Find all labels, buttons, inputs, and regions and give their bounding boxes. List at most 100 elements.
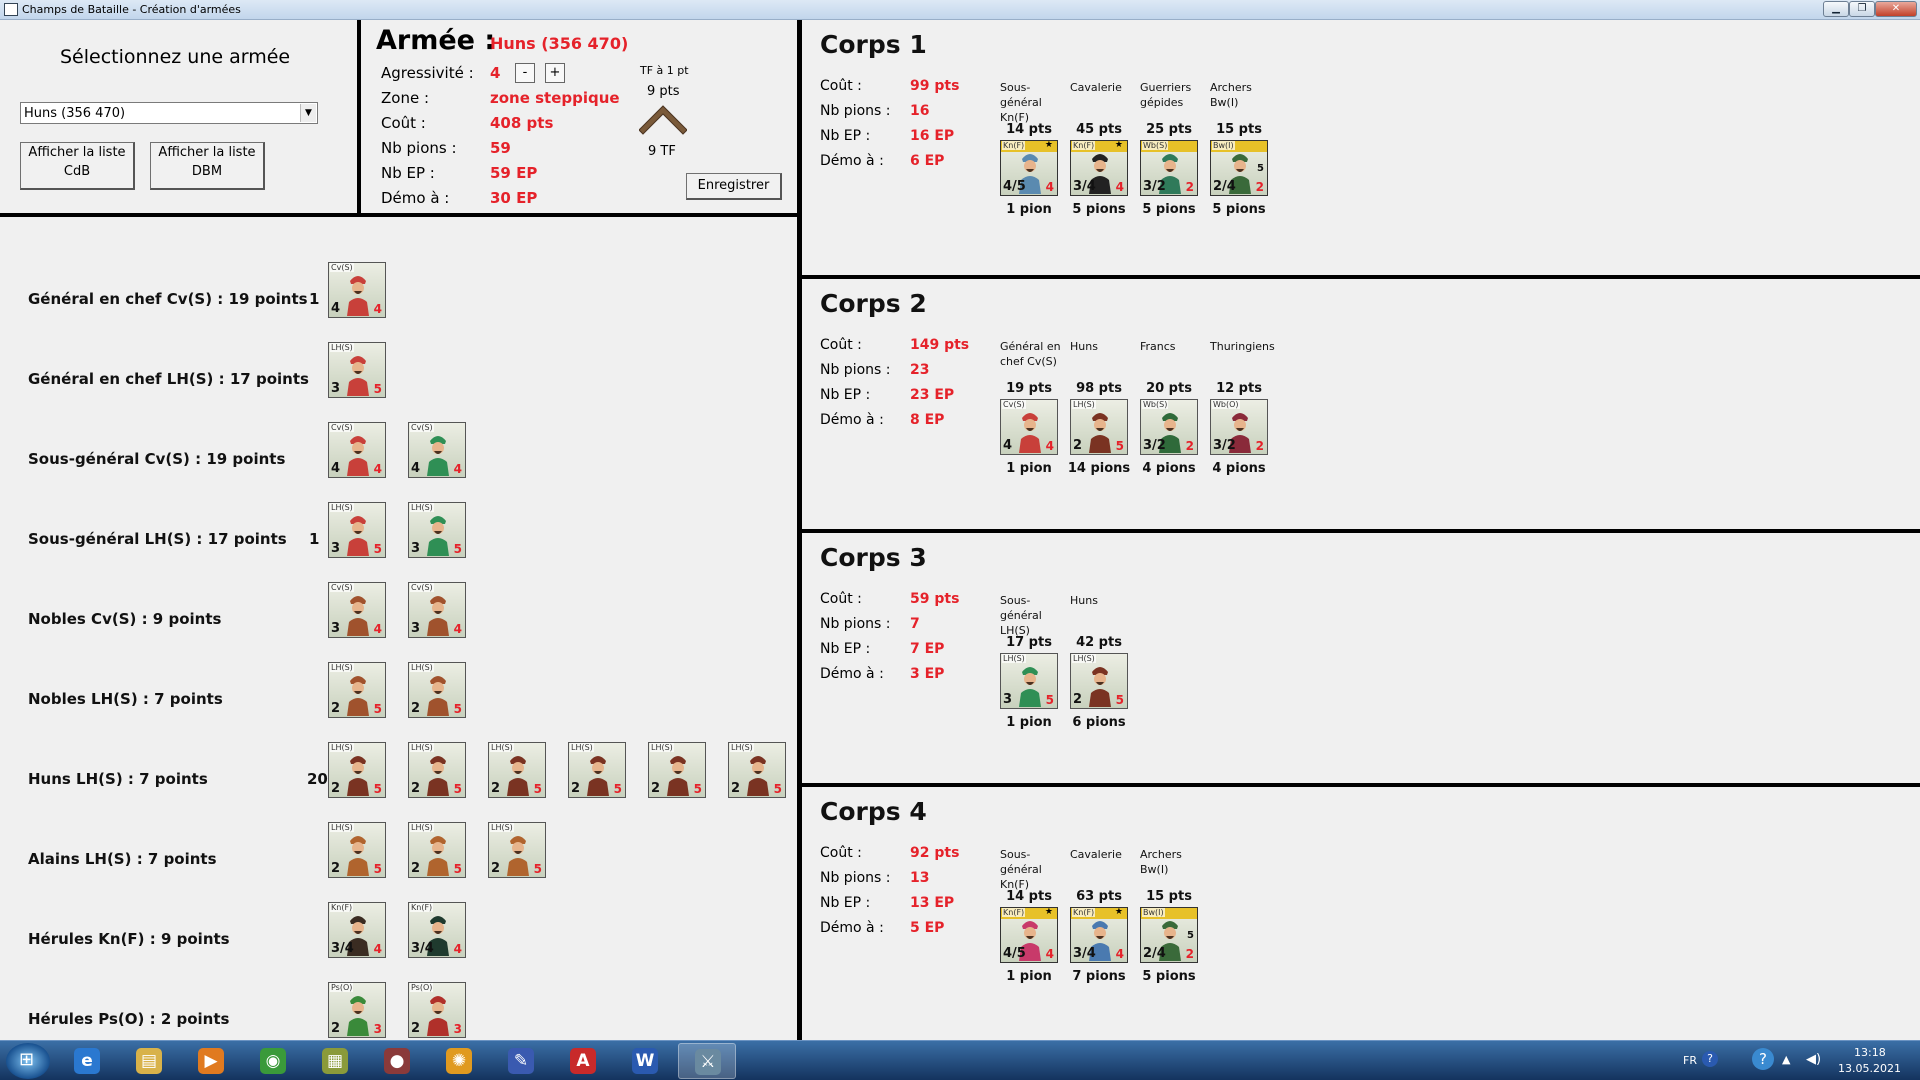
start-button[interactable]: ⊞ — [6, 1043, 50, 1079]
corps-unit-points: 14 pts — [1006, 122, 1052, 137]
help-icon[interactable]: ? — [1702, 1051, 1718, 1067]
corps-unit-name: Thuringiens — [1210, 340, 1275, 353]
corps-stat-value: 99 pts — [910, 78, 960, 94]
corps-unit-pions: 4 pions — [1212, 461, 1266, 476]
token-type: Kn(F) — [1072, 908, 1096, 917]
token-type: Bw(I) — [1142, 908, 1165, 917]
corps-title: Corps 1 — [820, 30, 927, 59]
windows-logo-icon: ⊞ — [19, 1049, 35, 1070]
token-type: Bw(I) — [1212, 141, 1235, 150]
corps-unit-pions: 5 pions — [1142, 202, 1196, 217]
corps-stat-label: Nb pions : — [820, 362, 891, 378]
corps-unit-name: Guerriers gépides — [1140, 81, 1192, 109]
corps-unit-points: 20 pts — [1146, 381, 1192, 396]
corps-unit-points: 42 pts — [1076, 635, 1122, 650]
corps-stat-value: 16 — [910, 103, 930, 119]
corps-stat-label: Coût : — [820, 591, 862, 607]
unit-token[interactable]: Kn(F) ★ 4/5 4 — [1000, 140, 1058, 196]
corps-unit-points: 14 pts — [1006, 889, 1052, 904]
clock-time[interactable]: 13:18 — [1854, 1046, 1886, 1059]
corps-unit-pions: 5 pions — [1212, 202, 1266, 217]
unit-token[interactable]: LH(S) 2 5 — [1070, 653, 1128, 709]
corps-stat-value: 59 pts — [910, 591, 960, 607]
token-strength: 3/2 — [1143, 438, 1166, 453]
corps-stat-label: Coût : — [820, 337, 862, 353]
corps-unit-points: 15 pts — [1146, 889, 1192, 904]
language-indicator[interactable]: FR — [1683, 1054, 1697, 1067]
corps-title: Corps 2 — [820, 289, 927, 318]
warrior-figure-icon — [1019, 667, 1041, 707]
corps-title: Corps 3 — [820, 543, 927, 572]
warrior-figure-icon — [1089, 667, 1111, 707]
corps-stat-label: Nb pions : — [820, 616, 891, 632]
token-movement: 4 — [1115, 180, 1124, 194]
taskbar-app[interactable]: ⚔ — [678, 1043, 736, 1079]
token-type: Wb(S) — [1142, 400, 1169, 409]
help-tray-icon[interactable]: ? — [1752, 1048, 1774, 1070]
minimize-button[interactable]: ▁ — [1823, 1, 1849, 17]
corps-stat-value: 16 EP — [910, 128, 955, 144]
taskbar-app[interactable]: ● — [368, 1043, 426, 1079]
unit-token[interactable]: Wb(S) 3/2 2 — [1140, 399, 1198, 455]
token-type: LH(S) — [1072, 400, 1096, 409]
corps-unit-name: Cavalerie — [1070, 848, 1122, 861]
unit-token[interactable]: Kn(F) ★ 3/4 4 — [1070, 140, 1128, 196]
token-movement: 5 — [1115, 439, 1124, 453]
unit-token[interactable]: Kn(F) ★ 4/5 4 — [1000, 907, 1058, 963]
unit-token[interactable]: Wb(S) 3/2 2 — [1140, 140, 1198, 196]
corps-unit-name: Général en chef Cv(S) — [1000, 340, 1061, 368]
token-movement: 5 — [1115, 693, 1124, 707]
unit-token[interactable]: LH(S) 3 5 — [1000, 653, 1058, 709]
token-strength: 2 — [1073, 438, 1083, 453]
taskbar-app[interactable]: ✎ — [492, 1043, 550, 1079]
unit-token[interactable]: Cv(S) 4 4 — [1000, 399, 1058, 455]
gear-app-icon: ✺ — [446, 1048, 472, 1074]
corps-unit-name: Sous-général LH(S) — [1000, 594, 1042, 637]
unit-token[interactable]: LH(S) 2 5 — [1070, 399, 1128, 455]
corps-stat-value: 6 EP — [910, 153, 945, 169]
taskbar-app[interactable]: ▤ — [120, 1043, 178, 1079]
token-movement: 2 — [1185, 180, 1194, 194]
taskbar-app[interactable]: W — [616, 1043, 674, 1079]
corps-unit-name: Francs — [1140, 340, 1176, 353]
unit-token[interactable]: Kn(F) ★ 3/4 4 — [1070, 907, 1128, 963]
app-icon: ▦ — [322, 1048, 348, 1074]
taskbar-app[interactable]: ◉ — [244, 1043, 302, 1079]
corps-stat-label: Démo à : — [820, 153, 884, 169]
unit-token[interactable]: Bw(I) 2/4 2 5 — [1140, 907, 1198, 963]
taskbar-app[interactable]: ✺ — [430, 1043, 488, 1079]
corps-unit-pions: 1 pion — [1006, 202, 1052, 217]
corps-panel: Corps 1 Coût : 99 pts Nb pions : 16 Nb EP : 16… — [0, 20, 1920, 270]
taskbar-app[interactable]: ▶ — [182, 1043, 240, 1079]
maximize-button[interactable]: ❐ — [1849, 1, 1875, 17]
clock-date[interactable]: 13.05.2021 — [1838, 1062, 1901, 1075]
corps-stat-value: 8 EP — [910, 412, 945, 428]
token-type: Wb(S) — [1142, 141, 1169, 150]
warrior-figure-icon — [1019, 413, 1041, 453]
close-button[interactable]: ✕ — [1875, 1, 1917, 17]
taskbar-app[interactable]: A — [554, 1043, 612, 1079]
star-icon: ★ — [1114, 140, 1123, 150]
token-movement: 2 — [1255, 180, 1264, 194]
taskbar-app[interactable]: e — [58, 1043, 116, 1079]
corps-unit-name: Cavalerie — [1070, 81, 1122, 94]
corps-stat-label: Coût : — [820, 78, 862, 94]
corps-stat-label: Démo à : — [820, 920, 884, 936]
corps-stat-value: 13 — [910, 870, 930, 886]
unit-token[interactable]: Bw(I) 2/4 2 5 — [1210, 140, 1268, 196]
corps-panel: Corps 3 Coût : 59 pts Nb pions : 7 Nb EP : 7 E… — [0, 533, 1920, 783]
chevron-up-icon[interactable]: ▲ — [1782, 1053, 1790, 1066]
token-strength: 3/2 — [1143, 179, 1166, 194]
media-player-icon: ▶ — [198, 1048, 224, 1074]
taskbar-app[interactable]: ▦ — [306, 1043, 364, 1079]
corps-stat-label: Démo à : — [820, 412, 884, 428]
corps-stat-label: Démo à : — [820, 666, 884, 682]
unit-token[interactable]: Wb(O) 3/2 2 — [1210, 399, 1268, 455]
volume-icon[interactable]: ◀) — [1806, 1052, 1821, 1067]
token-type: Wb(O) — [1212, 400, 1240, 409]
main-window: Sélectionnez une armée Huns (356 470) ▼ … — [0, 20, 1920, 1040]
word-icon: W — [632, 1048, 658, 1074]
token-movement: 5 — [1045, 693, 1054, 707]
corps-stat-value: 3 EP — [910, 666, 945, 682]
corps-unit-points: 19 pts — [1006, 381, 1052, 396]
